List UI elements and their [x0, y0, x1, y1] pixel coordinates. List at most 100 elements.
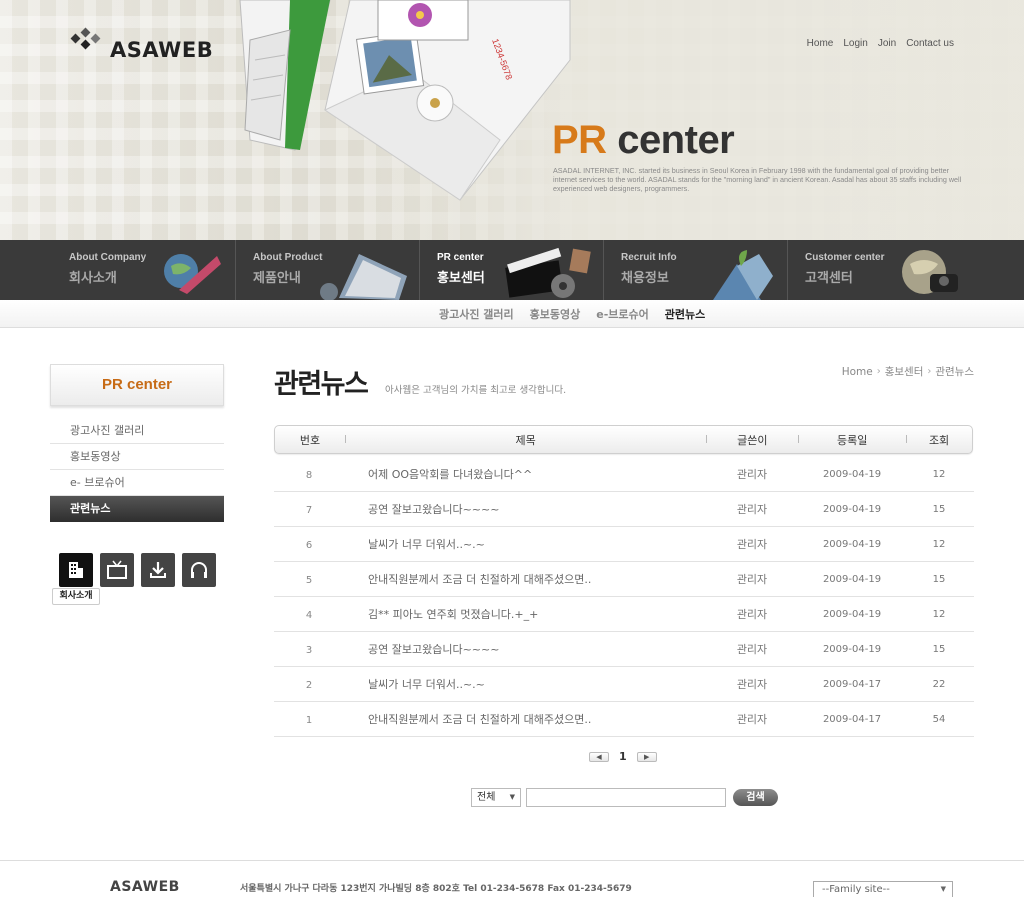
row-number: 4 [305, 610, 313, 621]
top-link-contact[interactable]: Contact us [906, 38, 954, 49]
row-number: 2 [305, 680, 313, 691]
column-header-writer: 글쓴이 [706, 432, 798, 448]
sidebar-item-news[interactable]: 관련뉴스 [50, 496, 224, 522]
table-row[interactable]: 2 날씨가 너무 더워서..~.~ 관리자 2009-04-17 22 [274, 667, 974, 702]
table-row[interactable]: 6 날씨가 너무 더워서..~.~ 관리자 2009-04-19 12 [274, 527, 974, 562]
caret-down-icon: ▼ [509, 793, 515, 801]
gnb-label-ko: 채용정보 [621, 271, 669, 286]
row-date: 2009-04-17 [822, 713, 882, 725]
column-header-title: 제목 [344, 432, 706, 448]
row-hits: 12 [932, 608, 946, 620]
row-date: 2009-04-19 [822, 468, 882, 480]
logo-diamond-icon [70, 27, 101, 50]
table-row[interactable]: 3 공연 잘보고왔습니다~~~~ 관리자 2009-04-19 15 [274, 632, 974, 667]
family-site-select[interactable]: --Family site-- ▼ [813, 881, 953, 897]
logo-text: ASAWEB [110, 38, 214, 62]
footer-logo: ASAWEB [110, 879, 180, 895]
column-header-hits: 조회 [906, 432, 972, 448]
prev-page-button[interactable]: ◀ [589, 751, 609, 762]
table-row[interactable]: 1 안내직원분께서 조금 더 친절하게 대해주셨으면.. 관리자 2009-04… [274, 702, 974, 737]
subnav-brochure[interactable]: e-브로슈어 [596, 306, 649, 322]
row-title-link[interactable]: 공연 잘보고왔습니다~~~~ [344, 641, 706, 657]
column-header-no: 번호 [299, 433, 321, 447]
gnb-label-en: About Company [69, 252, 147, 263]
sub-nav: 광고사진 갤러리 홍보동영상 e-브로슈어 관련뉴스 [0, 300, 1024, 328]
table-row[interactable]: 8 어제 OO음악회를 다녀왔습니다^^ 관리자 2009-04-19 12 [274, 457, 974, 492]
sidebar-item-video[interactable]: 홍보동영상 [50, 444, 224, 470]
gnb-about-company[interactable]: About Company 회사소개 [52, 240, 236, 300]
subnav-gallery[interactable]: 광고사진 갤러리 [439, 306, 514, 322]
news-table-body: 8 어제 OO음악회를 다녀왔습니다^^ 관리자 2009-04-19 12 7… [274, 457, 974, 737]
table-row[interactable]: 5 안내직원분께서 조금 더 친절하게 대해주셨으면.. 관리자 2009-04… [274, 562, 974, 597]
row-hits: 12 [932, 468, 946, 480]
page-number-current[interactable]: 1 [619, 750, 627, 763]
globe-arrow-icon [164, 254, 221, 294]
row-title-link[interactable]: 어제 OO음악회를 다녀왔습니다^^ [344, 466, 706, 482]
breadcrumb-home[interactable]: Home [842, 366, 873, 378]
row-date: 2009-04-19 [822, 643, 882, 655]
row-title-link[interactable]: 김** 피아노 연주회 멋졌습니다.+_+ [344, 606, 706, 622]
table-row[interactable]: 4 김** 피아노 연주회 멋졌습니다.+_+ 관리자 2009-04-19 1… [274, 597, 974, 632]
tv-icon [107, 560, 127, 579]
row-hits: 15 [932, 503, 946, 515]
breadcrumb: Home › 홍보센터 › 관련뉴스 [842, 364, 974, 379]
row-title-link[interactable]: 날씨가 너무 더워서..~.~ [344, 536, 706, 552]
row-title-link[interactable]: 공연 잘보고왔습니다~~~~ [344, 501, 706, 517]
top-link-home[interactable]: Home [807, 38, 834, 49]
gnb-label-en: Recruit Info [621, 252, 677, 263]
main-nav: About Company 회사소개 About Product 제품안내 PR… [0, 240, 1024, 300]
gnb-label-en: Customer center [805, 252, 885, 263]
top-link-join[interactable]: Join [878, 38, 896, 49]
table-header: 번호 제목 글쓴이 등록일 조회 [274, 425, 973, 454]
sidebar-item-gallery[interactable]: 광고사진 갤러리 [50, 418, 224, 444]
row-hits: 12 [932, 538, 946, 550]
quick-support-button[interactable] [182, 553, 216, 587]
row-title-link[interactable]: 안내직원분께서 조금 더 친절하게 대해주셨으면.. [344, 711, 706, 727]
sidebar-item-brochure[interactable]: e- 브로슈어 [50, 470, 224, 496]
clapperboard-icon [505, 247, 591, 298]
search-scope-select[interactable]: 전체 ▼ [471, 788, 521, 807]
row-title-link[interactable]: 안내직원분께서 조금 더 친절하게 대해주셨으면.. [344, 571, 706, 587]
subnav-video[interactable]: 홍보동영상 [530, 306, 581, 322]
next-page-button[interactable]: ▶ [636, 751, 657, 762]
search-input[interactable] [526, 788, 726, 807]
top-links: Home Login Join Contact us [807, 38, 954, 49]
pr-envelope-illustration: 1234-5678 [239, 0, 571, 201]
column-header-date: 등록일 [798, 432, 906, 448]
pagination: ◀ 1 ▶ [589, 750, 657, 763]
brochure-icon [320, 254, 407, 300]
row-title-link[interactable]: 날씨가 너무 더워서..~.~ [344, 676, 706, 692]
row-hits: 15 [932, 573, 946, 585]
gnb-customer-center[interactable]: Customer center 고객센터 [788, 240, 972, 300]
logo[interactable]: ASAWEB [70, 20, 213, 62]
footer: ASAWEB 서울특별시 가나구 다라동 123번지 가나빌딩 8층 802호 … [0, 860, 1024, 897]
pr-center-description: ASADAL INTERNET, INC. started its busine… [553, 166, 962, 193]
gnb-label-ko: 회사소개 [69, 271, 117, 286]
chevron-right-icon: › [876, 366, 881, 377]
row-date: 2009-04-17 [822, 678, 882, 690]
top-link-login[interactable]: Login [843, 38, 867, 49]
row-number: 3 [305, 645, 313, 656]
gnb-about-product[interactable]: About Product 제품안내 [236, 240, 420, 300]
pr-title-rest: center [606, 118, 735, 162]
gnb-label-en: PR center [437, 252, 484, 263]
search-scope-value: 전체 [477, 792, 496, 803]
row-writer: 관리자 [736, 503, 768, 516]
search-button[interactable]: 검색 [733, 789, 778, 806]
sidebar-menu: 광고사진 갤러리 홍보동영상 e- 브로슈어 관련뉴스 [50, 418, 224, 522]
row-writer: 관리자 [736, 643, 768, 656]
caret-down-icon: ▼ [940, 885, 946, 893]
table-row[interactable]: 7 공연 잘보고왔습니다~~~~ 관리자 2009-04-19 15 [274, 492, 974, 527]
quick-video-button[interactable] [100, 553, 134, 587]
building-icon [69, 562, 83, 578]
gnb-pr-center[interactable]: PR center 홍보센터 [420, 240, 604, 300]
subnav-news[interactable]: 관련뉴스 [665, 306, 705, 322]
search-bar: 전체 ▼ 검색 [471, 788, 778, 807]
row-number: 8 [305, 470, 313, 481]
row-writer: 관리자 [736, 608, 768, 621]
breadcrumb-section[interactable]: 홍보센터 [885, 364, 924, 379]
pr-title-accent: PR [552, 118, 607, 162]
quick-company-button[interactable] [59, 553, 93, 587]
quick-download-button[interactable] [141, 553, 175, 587]
gnb-recruit-info[interactable]: Recruit Info 채용정보 [604, 240, 788, 300]
